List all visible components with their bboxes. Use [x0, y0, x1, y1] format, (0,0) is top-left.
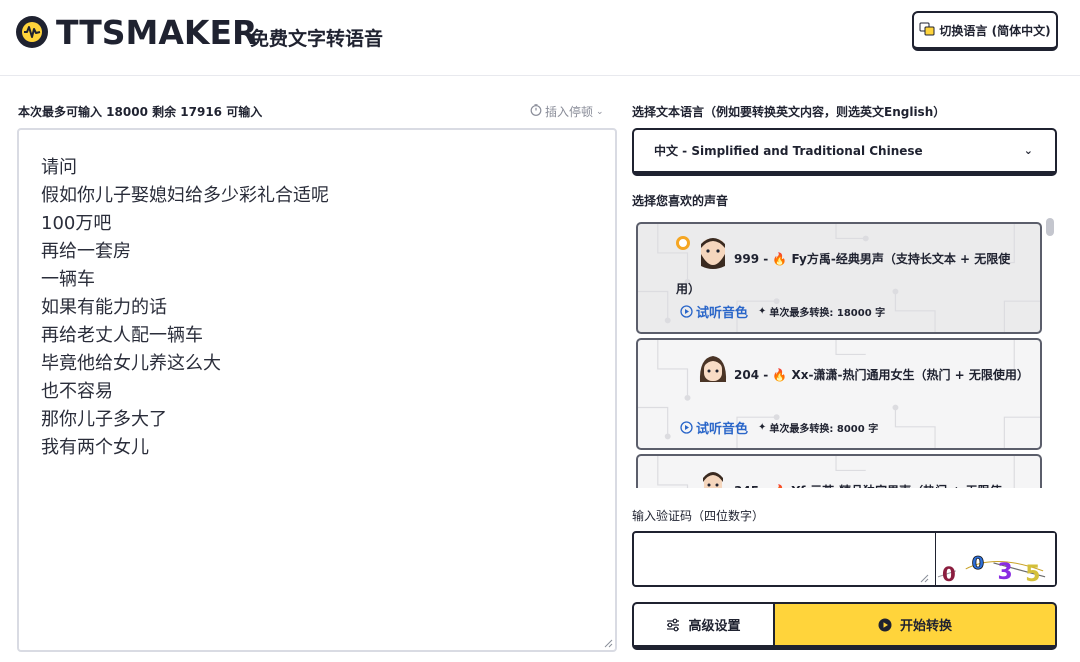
play-circle-icon — [680, 421, 693, 434]
captcha-char: 0 — [942, 563, 956, 585]
sparkle-icon: ✦ — [758, 306, 767, 317]
text-line: 我有两个女儿 — [41, 437, 149, 458]
captcha-label: 输入验证码（四位数字） — [632, 509, 765, 523]
voice-list-scrollbar[interactable] — [1046, 218, 1054, 236]
max-chars-label: 单次最多转换: 18000 字 — [769, 308, 886, 319]
chevron-down-icon: ⌄ — [1023, 144, 1033, 157]
advanced-settings-label: 高级设置 — [688, 619, 741, 634]
listen-preview-button[interactable]: 试听音色 — [680, 302, 748, 321]
input-limit-label: 本次最多可输入 18000 剩余 17916 可输入 — [18, 105, 263, 119]
voice-title: 345 - 🔥 Yf-元芳-精品独家男声（热门 + 无限使 — [676, 476, 1026, 488]
text-line: 如果有能力的话 — [41, 297, 167, 318]
insert-pause-button[interactable]: 插入停顿 ⌄ — [530, 103, 604, 120]
voice-card[interactable]: 204 - 🔥 Xx-潇潇-热门通用女生（热门 + 无限使用） 试听音色 ✦ 单… — [636, 338, 1042, 450]
start-convert-button[interactable]: 开始转换 — [773, 602, 1057, 650]
text-line: 请问 — [41, 157, 77, 178]
text-input-area[interactable]: 请问 假如你儿子娶媳妇给多少彩礼合适呢 100万吧 再给一套房 一辆车 如果有能… — [17, 128, 617, 652]
text-line: 再给老丈人配一辆车 — [41, 325, 203, 346]
text-line: 假如你儿子娶媳妇给多少彩礼合适呢 — [41, 185, 329, 206]
language-select[interactable]: 中文 - Simplified and Traditional Chinese … — [632, 128, 1057, 176]
text-line: 100万吧 — [41, 213, 112, 234]
text-input-content: 请问 假如你儿子娶媳妇给多少彩礼合适呢 100万吧 再给一套房 一辆车 如果有能… — [41, 154, 329, 462]
listen-preview-label: 试听音色 — [696, 422, 749, 437]
max-chars-label: 单次最多转换: 8000 字 — [769, 424, 879, 435]
max-chars-info: ✦ 单次最多转换: 8000 字 — [758, 420, 878, 435]
logo-text: TTSMAKER — [56, 12, 258, 52]
start-convert-label: 开始转换 — [899, 619, 952, 634]
language-selected-value: 中文 - Simplified and Traditional Chinese — [654, 144, 923, 158]
timer-icon — [530, 104, 542, 119]
text-line: 毕竟他给女儿养这么大 — [41, 353, 221, 374]
translate-icon — [919, 22, 935, 39]
switch-language-button[interactable]: 切换语言 (简体中文) — [912, 11, 1058, 51]
captcha-input[interactable] — [634, 533, 934, 585]
voice-title: 204 - 🔥 Xx-潇潇-热门通用女生（热门 + 无限使用） — [734, 368, 1029, 382]
voice-actions: 试听音色 ✦ 单次最多转换: 8000 字 — [680, 418, 878, 437]
insert-pause-label: 插入停顿 — [545, 105, 594, 119]
captcha-image[interactable]: 0 0 3 5 — [935, 533, 1055, 585]
sliders-icon — [667, 618, 680, 631]
waveform-logo-icon — [16, 16, 48, 48]
max-chars-info: ✦ 单次最多转换: 18000 字 — [758, 304, 885, 319]
resize-grip-icon[interactable] — [603, 638, 613, 648]
voice-actions: 试听音色 ✦ 单次最多转换: 18000 字 — [680, 302, 885, 321]
voice-list: 999 - 🔥 Fy方禹-经典男声（支持长文本 + 无限使用） 试听音色 ✦ 单… — [632, 214, 1058, 488]
text-line: 也不容易 — [41, 381, 113, 402]
text-line: 那你儿子多大了 — [41, 409, 167, 430]
logo[interactable]: TTSMAKER — [16, 12, 258, 52]
voice-card[interactable]: 345 - 🔥 Yf-元芳-精品独家男声（热门 + 无限使 — [636, 454, 1042, 488]
header: TTSMAKER 免费文字转语音 切换语言 (简体中文) — [0, 0, 1080, 76]
captcha-char: 3 — [997, 560, 1012, 585]
captcha-char: 5 — [1025, 562, 1040, 585]
chevron-down-icon: ⌄ — [596, 106, 604, 117]
text-line: 一辆车 — [41, 269, 95, 290]
play-circle-icon — [878, 618, 892, 631]
listen-preview-button[interactable]: 试听音色 — [680, 418, 748, 437]
play-circle-icon — [680, 305, 693, 318]
sparkle-icon: ✦ — [758, 422, 767, 433]
resize-grip-icon — [920, 574, 929, 583]
switch-language-label: 切换语言 (简体中文) — [939, 23, 1051, 38]
voice-label: 选择您喜欢的声音 — [632, 194, 729, 208]
text-line: 再给一套房 — [41, 241, 131, 262]
listen-preview-label: 试听音色 — [696, 306, 749, 321]
voice-title: 999 - 🔥 Fy方禹-经典男声（支持长文本 + 无限使用） — [676, 252, 1011, 296]
advanced-settings-button[interactable]: 高级设置 — [632, 602, 775, 650]
language-label: 选择文本语言（例如要转换英文内容，则选英文English） — [632, 105, 946, 119]
voice-card[interactable]: 999 - 🔥 Fy方禹-经典男声（支持长文本 + 无限使用） 试听音色 ✦ 单… — [636, 222, 1042, 334]
page-tagline: 免费文字转语音 — [250, 28, 384, 50]
captcha-char: 0 — [972, 553, 984, 574]
captcha-box: 0 0 3 5 — [632, 531, 1057, 587]
